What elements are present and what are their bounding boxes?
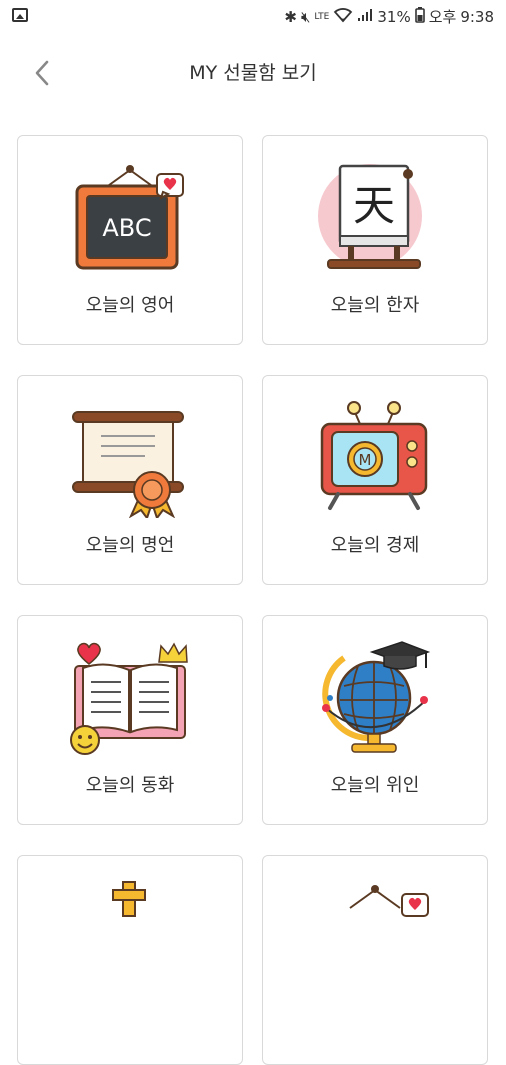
cross-icon	[65, 878, 195, 998]
chalkboard-abc-icon: ABC	[65, 158, 195, 278]
chalkboard-text: ABC	[102, 214, 151, 242]
ampm-label: 오후	[428, 8, 457, 26]
card-great-person[interactable]: 오늘의 위인	[262, 615, 488, 825]
certificate-scroll-icon	[65, 398, 195, 521]
status-bar: ✱ 🔇︎ LTE 31% 오후 9:38	[0, 0, 506, 36]
globe-graduation-icon	[310, 638, 440, 758]
card-label: 오늘의 위인	[330, 775, 420, 796]
app-header: MY 선물함 보기	[0, 44, 506, 100]
card-hanja[interactable]: 天 오늘의 한자	[262, 135, 488, 345]
card-storybook[interactable]: 오늘의 동화	[17, 615, 243, 825]
card-quote[interactable]: 오늘의 명언	[17, 375, 243, 585]
signal-icon	[357, 8, 373, 26]
battery-percent: 31%	[377, 7, 411, 26]
card-english[interactable]: ABC 오늘의 영어	[17, 135, 243, 345]
card-label: 오늘의 명언	[85, 535, 175, 556]
card-economy[interactable]: M 오늘의 경제	[262, 375, 488, 585]
card-label: 오늘의 한자	[330, 295, 420, 316]
lte-label: LTE	[314, 11, 330, 22]
battery-icon	[414, 6, 425, 27]
card-partial-left[interactable]	[17, 855, 243, 1065]
tv-char: M	[359, 451, 372, 469]
hanja-char: 天	[353, 181, 395, 230]
card-label: 오늘의 동화	[85, 775, 175, 796]
clock: 9:38	[460, 7, 494, 26]
status-right: ✱ 🔇︎ LTE 31% 오후 9:38	[284, 6, 494, 27]
retro-tv-icon: M	[310, 398, 440, 518]
hanja-scroll-icon: 天	[310, 158, 440, 278]
bluetooth-icon: ✱	[284, 7, 297, 26]
card-label: 오늘의 영어	[85, 295, 175, 316]
image-notification-icon	[12, 8, 28, 22]
wifi-icon	[333, 7, 353, 27]
page-title: MY 선물함 보기	[189, 62, 317, 84]
mute-icon: 🔇︎	[300, 7, 311, 26]
card-partial-right[interactable]	[262, 855, 488, 1065]
chalkboard-icon	[310, 878, 440, 998]
card-label: 오늘의 경제	[330, 535, 420, 556]
storybook-icon	[65, 638, 195, 758]
